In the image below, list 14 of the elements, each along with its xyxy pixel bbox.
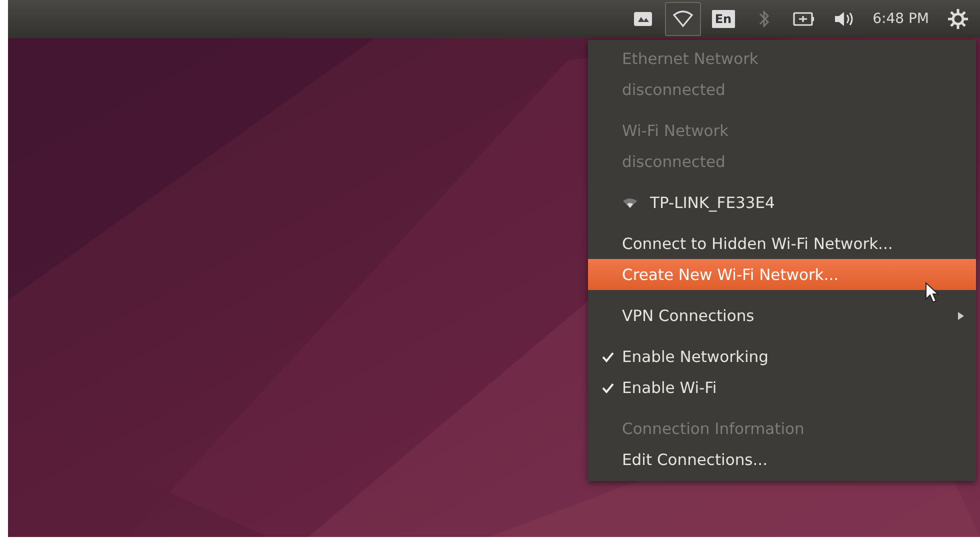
status-text: Ethernet Network <box>621 48 760 70</box>
menu-item[interactable]: VPN Connections <box>588 300 976 331</box>
status-text: disconnected <box>621 80 726 100</box>
menu-item[interactable]: TP-LINK_FE33E4 <box>588 187 976 218</box>
indicator[interactable]: En <box>704 2 742 36</box>
status-text: disconnected <box>621 152 726 172</box>
menu-item[interactable]: Connect to Hidden Wi-Fi Network... <box>588 228 976 259</box>
status-text: Wi-Fi Network <box>621 120 730 142</box>
menu-item[interactable]: Enable Networking <box>588 341 976 372</box>
indicator[interactable]: 6:48 PM <box>866 2 936 36</box>
menu-item[interactable]: Edit Connections... <box>588 444 976 475</box>
menu-item[interactable]: Enable Wi-Fi <box>588 372 976 403</box>
clock[interactable]: 6:48 PM <box>872 11 929 27</box>
keyboard-layout-indicator[interactable]: En <box>712 10 735 28</box>
